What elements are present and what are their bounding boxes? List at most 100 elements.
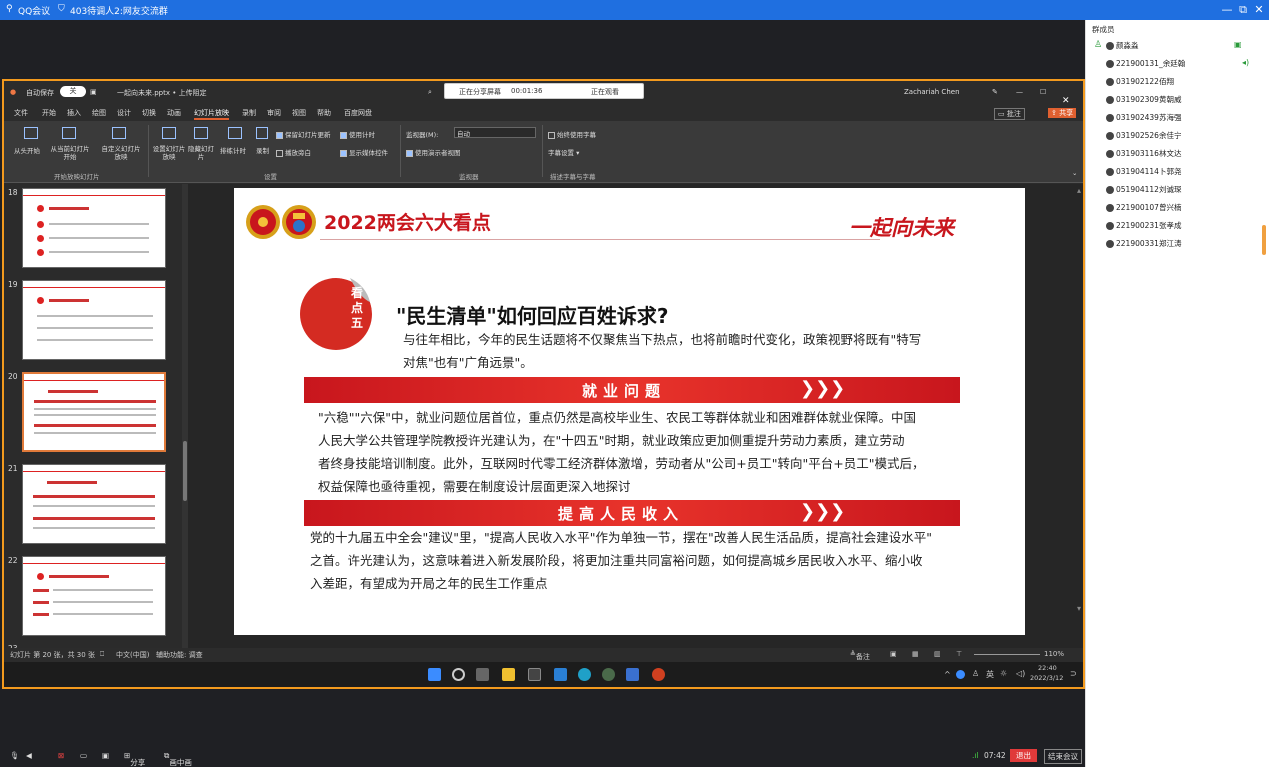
scroll-down-icon[interactable]: ▾ [1077,604,1081,613]
meeting-icon[interactable] [626,668,639,681]
volume-icon[interactable]: ◁) [1016,669,1025,678]
end-meeting-button[interactable]: 结束会议 [1044,749,1082,764]
tab-view[interactable]: 视图 [292,108,306,118]
share-button[interactable]: ⇪ 共享 [1048,108,1077,118]
ppt-minimize-button[interactable]: — [1016,88,1023,96]
normal-view-icon[interactable]: ▣ [890,650,897,658]
record-button[interactable]: 录制 [256,145,269,155]
monitor-select[interactable]: 自动 [454,127,536,138]
tray-time[interactable]: 22:40 [1038,664,1057,672]
keep-slides-checkbox[interactable]: 保留幻灯片更新 [276,129,331,139]
camera-off-icon[interactable]: ⊠ [58,751,64,760]
tab-help[interactable]: 帮助 [317,108,331,118]
autosave-toggle[interactable]: 关 [60,86,86,97]
from-start-button[interactable]: 从头开始 [14,145,40,155]
terminal-icon[interactable] [528,668,541,681]
slide-thumbnail-20[interactable] [22,372,166,452]
custom-show-button[interactable]: 自定义幻灯片放映 [99,145,143,161]
tab-animations[interactable]: 动画 [167,108,181,118]
accessibility-status[interactable]: 辅助功能: 调查 [156,650,203,660]
slide-thumbnail-18[interactable] [22,188,166,268]
member-item[interactable]: 051904112刘诚琛 [1106,184,1181,195]
reading-view-icon[interactable]: ▥ [934,650,941,658]
hide-slide-button[interactable]: 隐藏幻灯片 [186,145,216,161]
play-narration-checkbox[interactable]: 播放旁白 [276,147,311,157]
ppt-restore-button[interactable]: ☐ [1040,88,1046,96]
speaker-icon[interactable]: ◀ [26,751,32,760]
minimize-button[interactable]: — [1220,3,1234,17]
search-icon[interactable]: ⌕ [428,88,432,97]
tab-home[interactable]: 开始 [42,108,56,118]
edge-icon[interactable] [578,668,591,681]
comment-button[interactable]: ▭ 批注 [994,108,1025,120]
file-name[interactable]: 一起向未来.pptx • 上传阻定 [117,88,207,98]
use-timing-checkbox[interactable]: 使用计时 [340,129,375,139]
ime-indicator[interactable]: 英 [986,669,994,680]
tab-review[interactable]: 审阅 [267,108,281,118]
tab-file[interactable]: 文件 [14,108,28,118]
restore-button[interactable]: ⧉ [1236,3,1250,17]
spellcheck-icon[interactable]: ⎕ [100,650,104,659]
scroll-up-icon[interactable]: ▴ [1077,186,1081,195]
member-item[interactable]: 221900107曾兴楠 [1106,202,1181,213]
tab-draw[interactable]: 绘图 [92,108,106,118]
member-item[interactable]: 031903116林文达 [1106,148,1181,159]
members-icon[interactable]: ▣ [102,751,109,760]
zoom-slider[interactable] [974,654,1040,655]
user-name[interactable]: Zachariah Chen [904,88,960,96]
tab-baidu[interactable]: 百度网盘 [344,108,372,118]
member-item[interactable]: 221900331郑江涛 [1106,238,1181,249]
member-item[interactable]: 031902526余佳宁 [1106,130,1181,141]
presenter-view-checkbox[interactable]: 使用演示者视图 [406,147,461,157]
member-item[interactable]: 031904114卜郭尧 [1106,166,1181,177]
ribbon-collapse-icon[interactable]: ⌄ [1072,169,1077,177]
microphone-icon[interactable]: 🎙 [10,751,20,760]
member-item[interactable]: 221900231张孝成 [1106,220,1181,231]
member-item[interactable]: 031902439苏海强 [1106,112,1181,123]
tray-qq-icon[interactable] [956,670,965,679]
tray-chevron-icon[interactable]: ^ [944,670,951,679]
share-screen-button[interactable]: ⊞ 分享 [124,751,145,767]
slideshow-view-icon[interactable]: ⊤ [956,650,962,658]
slide-thumbnail-19[interactable] [22,280,166,360]
close-button[interactable]: ✕ [1252,3,1266,17]
member-item[interactable]: 031902309黄朝威 [1106,94,1181,105]
tab-design[interactable]: 设计 [117,108,131,118]
member-item[interactable]: 颜淼淼 [1106,40,1139,51]
setup-button[interactable]: 设置幻灯片放映 [152,145,186,161]
tab-record[interactable]: 录制 [242,108,256,118]
sorter-view-icon[interactable]: ▦ [912,650,919,658]
file-explorer-icon[interactable] [502,668,515,681]
wifi-icon[interactable]: ☼ [1000,669,1007,678]
windows-start-icon[interactable] [428,668,441,681]
tray-wechat-icon[interactable]: ♙ [972,669,979,678]
notification-icon[interactable]: ⊃ [1070,669,1077,678]
slide-thumbnail-21[interactable] [22,464,166,544]
tab-insert[interactable]: 插入 [67,108,81,118]
subtitle-settings-button[interactable]: 字幕设置 ▾ [548,147,579,157]
pen-icon[interactable]: ✎ [992,88,998,96]
app-icon[interactable] [602,668,615,681]
panel-scrollbar[interactable] [1262,225,1266,255]
task-view-icon[interactable] [476,668,489,681]
member-item[interactable]: 221900131_余廷翰 [1106,58,1185,69]
subtitles-checkbox[interactable]: 始终使用字幕 [548,129,596,139]
language-status[interactable]: 中文(中国) [116,650,149,660]
vscode-icon[interactable] [554,668,567,681]
from-current-button[interactable]: 从当前幻灯片开始 [48,145,92,161]
current-slide[interactable]: 2022两会六大看点 一起向未来 看 点 五 "民生清单"如何回应百姓诉求? 与… [234,188,1025,635]
gallery-button[interactable]: ⧉ 画中画 [164,751,192,767]
taskbar-search-icon[interactable] [452,668,465,681]
save-icon[interactable]: ▣ [90,88,97,96]
powerpoint-icon[interactable] [652,668,665,681]
notes-button[interactable]: ≜ 备注 [850,650,870,661]
thumbnail-scroll-thumb[interactable] [183,441,187,501]
tab-transitions[interactable]: 切换 [142,108,156,118]
slide-thumbnail-22[interactable] [22,556,166,636]
tab-slideshow[interactable]: 幻灯片放映 [194,108,229,120]
rehearse-button[interactable]: 排练计时 [220,145,246,155]
leave-button[interactable]: 退出 [1010,749,1037,762]
tray-date[interactable]: 2022/3/12 [1030,674,1063,682]
chat-icon[interactable]: ▭ [80,751,87,760]
zoom-level[interactable]: 110% [1044,650,1064,658]
